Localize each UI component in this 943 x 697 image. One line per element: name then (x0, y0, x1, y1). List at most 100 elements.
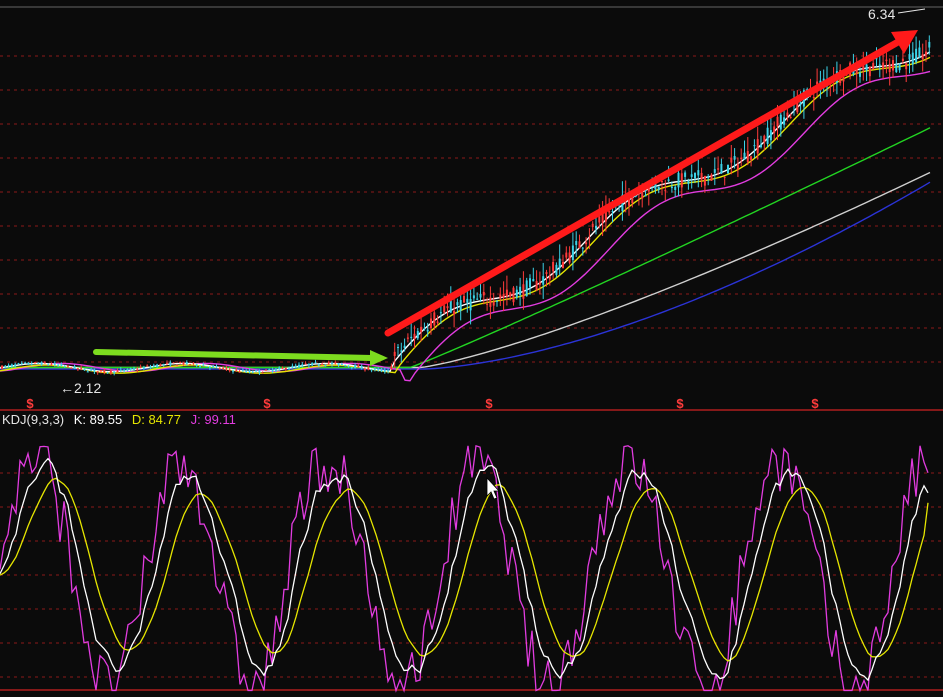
candle-body (261, 372, 264, 374)
candle-body (918, 47, 921, 58)
candle-body (680, 173, 683, 188)
ma60-line (0, 127, 931, 369)
candle-body (24, 362, 27, 364)
candle-body (311, 362, 314, 366)
candle-body (377, 369, 380, 371)
candle-body (235, 369, 238, 371)
candle-body (406, 337, 409, 339)
candle-body (670, 186, 673, 189)
candle-body (304, 363, 307, 365)
candle-body (700, 172, 703, 180)
flat-trend-arrow-shaft (93, 349, 375, 361)
candle-body (60, 364, 63, 366)
candle-body (736, 164, 739, 170)
candle-body (446, 306, 449, 309)
candle-body (684, 172, 687, 177)
candle-body (842, 77, 845, 82)
candle-body (86, 371, 89, 373)
candle-body (93, 369, 96, 372)
candle-body (690, 174, 693, 177)
candle-body (872, 62, 875, 70)
candle-body (641, 191, 644, 199)
candle-body (288, 368, 291, 370)
candle-body (707, 176, 710, 179)
candle-body (347, 365, 350, 367)
candle-body (413, 333, 416, 339)
candle-body (578, 241, 581, 249)
candle-body (443, 305, 446, 313)
candle-body (73, 366, 76, 369)
dollar-marker-icon: $ (485, 396, 493, 411)
dollar-marker-icon: $ (26, 396, 34, 411)
candle-body (423, 328, 426, 330)
candle-body (232, 370, 234, 372)
kdj-k-value: K: 89.55 (73, 412, 123, 427)
candle-body (222, 367, 225, 369)
candle-body (898, 63, 901, 71)
candle-body (189, 364, 192, 366)
candle-body (562, 261, 564, 269)
candle-body (208, 366, 211, 368)
candle-body (519, 286, 522, 295)
candle-body (733, 155, 736, 160)
candle-body (228, 369, 231, 371)
candle-body (558, 258, 561, 268)
candle-body (783, 117, 786, 125)
candle-body (20, 362, 23, 364)
candle-body (571, 245, 574, 261)
candle-body (169, 362, 172, 366)
candle-body (426, 329, 429, 332)
candle-body (525, 280, 528, 297)
candle-body (265, 369, 267, 371)
candle-body (865, 64, 868, 71)
candle-body (40, 362, 43, 365)
candle-body (730, 157, 733, 163)
candle-body (512, 287, 515, 303)
candle-body (146, 365, 149, 367)
candle-body (400, 350, 403, 352)
candle-body (109, 370, 112, 373)
candle-body (83, 368, 86, 371)
candle-body (307, 363, 310, 366)
candle-body (278, 367, 281, 370)
price-high-label: 6.34 (868, 6, 896, 22)
candle-body (281, 367, 284, 369)
candle-body (373, 368, 376, 370)
candle-body (268, 369, 271, 371)
candle-body (179, 361, 182, 364)
candle-body (53, 363, 56, 365)
candle-body (776, 116, 779, 127)
candle-body (10, 364, 13, 367)
candle-body (106, 372, 109, 374)
candle-body (172, 362, 175, 364)
candle-body (773, 126, 776, 133)
candle-body (430, 318, 432, 329)
candle-body (47, 364, 50, 366)
candle-body (661, 181, 663, 183)
candle-body (142, 367, 145, 369)
stock-chart[interactable]: $ $ $ $ $ (0, 0, 943, 697)
candle-body (80, 367, 83, 369)
candle-body (350, 367, 353, 369)
candle-body (218, 368, 221, 370)
kdj-title: KDJ(9,3,3) (2, 412, 65, 427)
candle-body (245, 371, 248, 373)
candle-body (357, 365, 360, 368)
candle-body (433, 312, 436, 326)
candle-body (156, 364, 159, 367)
candle-body (241, 369, 244, 371)
candle-body (166, 362, 168, 364)
candle-body (291, 365, 294, 368)
candle-body (393, 351, 396, 357)
candle-body (456, 302, 459, 306)
candle-body (727, 164, 729, 174)
candle-body (248, 370, 251, 373)
candle-body (7, 365, 10, 367)
candle-body (687, 180, 690, 184)
candle-body (364, 369, 366, 371)
candle-body (185, 361, 188, 364)
candle-body (113, 371, 116, 373)
candle-body (515, 289, 518, 298)
candle-body (96, 371, 99, 373)
flat-trend-arrow-head (370, 350, 388, 366)
